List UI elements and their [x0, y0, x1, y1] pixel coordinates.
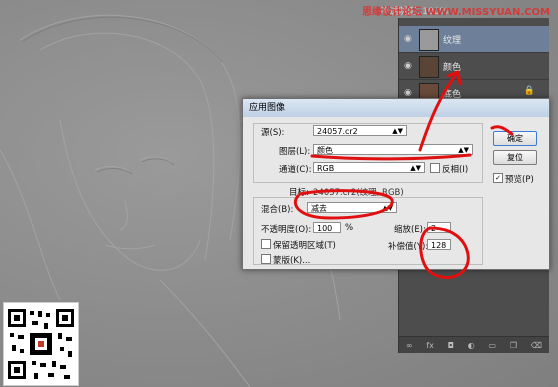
chevron-down-icon: ▲▼ [458, 146, 469, 154]
layer-value: 颜色 [317, 146, 333, 155]
layer-thumbnail [419, 29, 439, 51]
source-select[interactable]: 24057.cr2 ▲▼ [313, 125, 407, 136]
link-icon[interactable]: ∞ [406, 341, 413, 350]
ok-button[interactable]: 确定 [493, 131, 537, 146]
source-label: 源(S): [261, 128, 285, 138]
new-layer-icon[interactable]: ❐ [510, 341, 517, 350]
reset-button[interactable]: 复位 [493, 150, 537, 165]
offset-label: 补偿值(Y): [388, 242, 429, 252]
eye-icon[interactable]: ◉ [404, 34, 412, 44]
folder-icon[interactable]: ▭ [488, 341, 496, 350]
lock-icon: 🔒 [523, 86, 535, 96]
layer-thumbnail [419, 56, 439, 78]
mask-icon[interactable]: ◘ [448, 341, 454, 350]
mask-label: 蒙版(K)... [273, 256, 311, 266]
channel-value: RGB [317, 164, 335, 173]
invert-checkbox[interactable] [430, 163, 440, 173]
chevron-down-icon: ▲▼ [382, 204, 393, 212]
layer-row-color[interactable]: ◉ 颜色 [399, 53, 549, 80]
opacity-unit: % [345, 223, 354, 233]
qr-code [3, 302, 79, 386]
layer-name: 颜色 [443, 63, 462, 73]
layer-row-texture[interactable]: ◉ 纹理 [399, 26, 549, 53]
scale-label: 缩放(E): [394, 225, 426, 235]
opacity-label: 不透明度(O): [261, 225, 312, 235]
layer-name: 纹理 [443, 36, 462, 46]
layer-label: 图层(L): [279, 147, 311, 157]
chevron-down-icon: ▲▼ [392, 127, 403, 135]
layers-footer: ∞ fx ◘ ◐ ▭ ❐ ⌫ [399, 336, 549, 353]
opacity-input[interactable]: 100 [313, 222, 341, 233]
channel-label: 通道(C): [279, 165, 312, 175]
adjustment-icon[interactable]: ◐ [468, 341, 475, 350]
fx-icon[interactable]: fx [426, 341, 434, 350]
scale-input[interactable]: 2 [427, 222, 451, 233]
preview-label: 预览(P) [505, 175, 534, 185]
preserve-transparency-checkbox[interactable] [261, 239, 271, 249]
apply-image-dialog: 应用图像 源(S): 24057.cr2 ▲▼ 图层(L): 颜色 ▲▼ 通道(C)… [242, 98, 550, 270]
trash-icon[interactable]: ⌫ [531, 341, 542, 350]
source-value: 24057.cr2 [317, 127, 358, 136]
channel-select[interactable]: RGB ▲▼ [313, 162, 425, 173]
blending-label: 混合(B): [261, 205, 294, 215]
layer-select[interactable]: 颜色 ▲▼ [313, 144, 473, 155]
eye-icon[interactable]: ◉ [404, 88, 412, 98]
site-watermark: 思缘设计论坛 WWW.MISSYUAN.COM [362, 7, 550, 18]
preview-checkbox[interactable]: ✓ [493, 173, 503, 183]
preserve-transparency-label: 保留透明区域(T) [273, 241, 336, 251]
eye-icon[interactable]: ◉ [404, 61, 412, 71]
dialog-title: 应用图像 [243, 99, 549, 117]
invert-label: 反相(I) [442, 165, 469, 175]
mask-checkbox[interactable] [261, 254, 271, 264]
offset-input[interactable]: 128 [427, 239, 451, 250]
blending-value: 减去 [311, 204, 327, 213]
chevron-down-icon: ▲▼ [410, 164, 421, 172]
blending-select[interactable]: 减去 ▲▼ [307, 202, 397, 213]
